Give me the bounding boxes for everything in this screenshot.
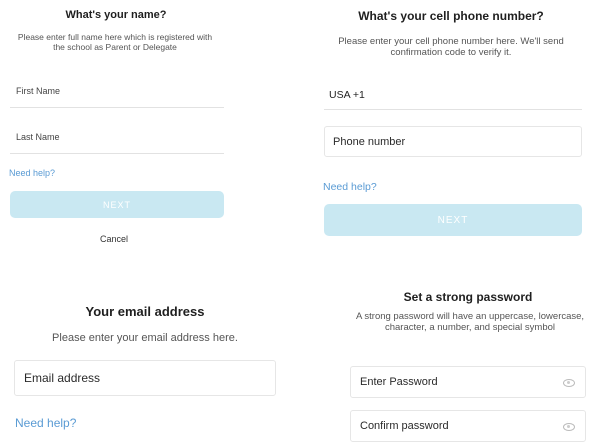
email-address-input[interactable]: Email address — [14, 360, 276, 396]
password-input[interactable]: Enter Password — [350, 366, 586, 398]
password-step-panel: Set a strong password A strong password … — [300, 290, 589, 442]
phone-step-description: Please enter your cell phone number here… — [338, 36, 564, 59]
first-name-field[interactable]: First Name — [10, 84, 224, 108]
email-step-description: Please enter your email address here. — [52, 332, 238, 344]
name-need-help-link[interactable]: Need help? — [9, 168, 55, 178]
name-step-panel: What's your name? Please enter full name… — [0, 0, 290, 260]
country-code-value: USA +1 — [329, 89, 365, 101]
country-code-select[interactable]: USA +1 — [324, 84, 582, 110]
name-step-description: Please enter full name here which is reg… — [17, 32, 213, 53]
phone-next-button[interactable]: NEXT — [324, 204, 582, 236]
phone-number-input[interactable]: Phone number — [324, 126, 582, 157]
email-step-panel: Your email address Please enter your ema… — [0, 290, 290, 439]
email-address-placeholder: Email address — [24, 371, 101, 385]
last-name-placeholder: Last Name — [16, 132, 60, 142]
name-next-button[interactable]: NEXT — [10, 191, 224, 218]
password-step-description: A strong password will have an uppercase… — [355, 311, 585, 334]
phone-number-placeholder: Phone number — [333, 135, 406, 148]
name-step-title: What's your name? — [65, 9, 167, 21]
password-placeholder: Enter Password — [360, 376, 438, 388]
email-step-title: Your email address — [85, 304, 205, 319]
phone-step-title: What's your cell phone number? — [358, 9, 544, 23]
phone-need-help-link[interactable]: Need help? — [323, 181, 377, 193]
password-step-title: Set a strong password — [403, 290, 533, 304]
first-name-placeholder: First Name — [16, 86, 61, 96]
last-name-field[interactable]: Last Name — [10, 130, 224, 154]
name-cancel-button[interactable]: Cancel — [100, 234, 128, 244]
show-confirm-password-eye-icon[interactable] — [563, 423, 575, 431]
confirm-password-placeholder: Confirm password — [360, 420, 449, 432]
email-need-help-link[interactable]: Need help? — [15, 416, 76, 430]
confirm-password-input[interactable]: Confirm password — [350, 410, 586, 442]
phone-step-panel: What's your cell phone number? Please en… — [300, 0, 589, 260]
show-password-eye-icon[interactable] — [563, 379, 575, 387]
